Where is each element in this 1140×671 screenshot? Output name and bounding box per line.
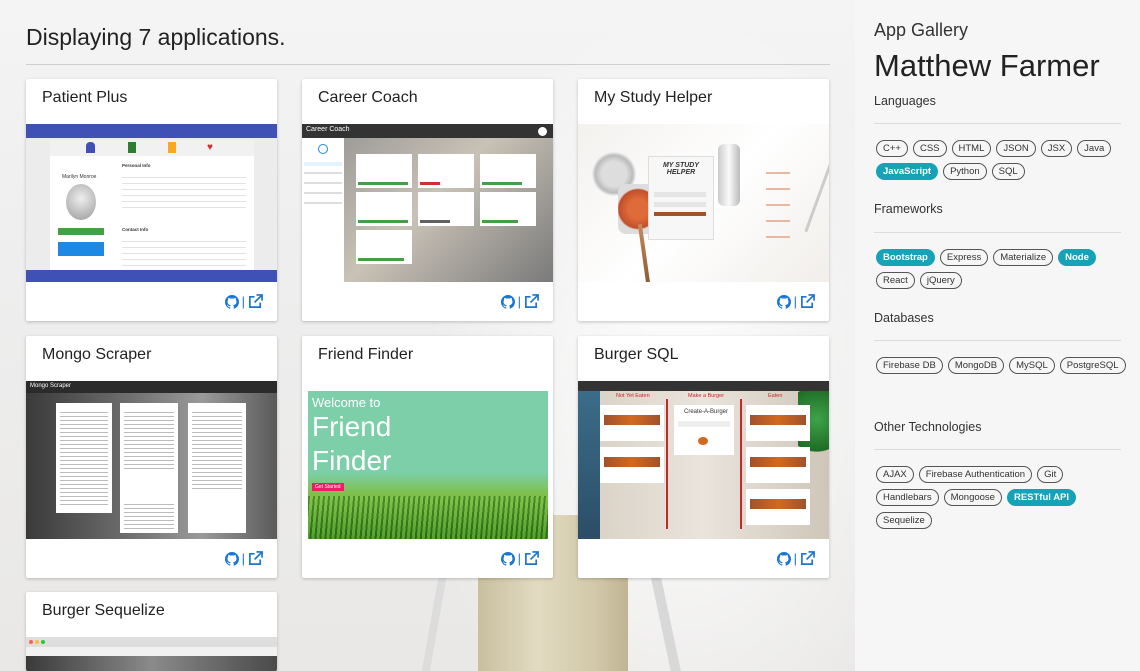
card-actions: | (776, 294, 815, 309)
app-screenshot[interactable]: Not Yet Eaten Make a Burger Eaten Create… (578, 381, 829, 539)
page-heading: Displaying 7 applications. (26, 24, 286, 50)
chip[interactable]: PostgreSQL (1059, 357, 1126, 374)
github-icon[interactable] (224, 294, 239, 309)
chip-group-languages: C++ CSS HTML JSON JSX Java JavaScript Py… (876, 140, 1126, 180)
app-screenshot[interactable]: Mongo Scraper (26, 381, 277, 539)
card-title: Burger SQL (594, 346, 679, 363)
app-screenshot[interactable]: Career Coach (302, 124, 553, 282)
chip[interactable]: Express (939, 249, 989, 266)
card-title: Patient Plus (42, 89, 128, 106)
github-icon[interactable] (500, 551, 515, 566)
app-card-friend-finder: Friend Finder Welcome to Friend Finder G… (302, 336, 553, 578)
app-card-career-coach: Career Coach Career Coach | (302, 79, 553, 321)
section-divider (874, 449, 1121, 450)
app-screenshot[interactable]: Welcome to Friend Finder Get Started (302, 381, 553, 539)
chip-group-frameworks: Bootstrap Express Materialize Node React… (876, 249, 1126, 289)
app-card-patient-plus: Patient Plus ♥ Marilyn Monroe Personal I… (26, 79, 277, 321)
github-icon[interactable] (776, 551, 791, 566)
sidebar-owner-name: Matthew Farmer (874, 48, 1100, 83)
chip[interactable]: CSS (912, 140, 947, 157)
separator: | (517, 294, 521, 309)
heading-divider (26, 64, 830, 65)
chip[interactable]: Mongoose (943, 489, 1002, 506)
card-title: Career Coach (318, 89, 418, 106)
card-actions: | (224, 294, 263, 309)
card-title: Mongo Scraper (42, 346, 152, 363)
section-divider (874, 340, 1121, 341)
chip[interactable]: Sequelize (876, 512, 932, 529)
card-title: Friend Finder (318, 346, 414, 363)
chip[interactable]: C++ (876, 140, 908, 157)
chip[interactable]: MySQL (1009, 357, 1055, 374)
section-divider (874, 123, 1121, 124)
chip-selected[interactable]: JavaScript (876, 163, 939, 180)
chip[interactable]: Firebase Authentication (918, 466, 1033, 483)
chip[interactable]: jQuery (919, 272, 962, 289)
app-screenshot[interactable]: ♥ Marilyn Monroe Personal Info Contact I… (26, 124, 277, 282)
separator: | (517, 551, 521, 566)
app-card-burger-sequelize: Burger Sequelize (26, 592, 277, 671)
section-title-frameworks: Frameworks (874, 202, 943, 216)
separator: | (793, 551, 797, 566)
github-icon[interactable] (500, 294, 515, 309)
chip-group-other-technologies: AJAX Firebase Authentication Git Handleb… (876, 466, 1126, 529)
chip[interactable]: Handlebars (876, 489, 939, 506)
separator: | (241, 294, 245, 309)
app-card-burger-sql: Burger SQL Not Yet Eaten Make a Burger E… (578, 336, 829, 578)
card-title: My Study Helper (594, 89, 713, 106)
chip[interactable]: Python (943, 163, 987, 180)
github-icon[interactable] (776, 294, 791, 309)
separator: | (793, 294, 797, 309)
chip[interactable]: Git (1037, 466, 1064, 483)
external-link-icon[interactable] (524, 551, 539, 566)
card-actions: | (500, 551, 539, 566)
section-title-languages: Languages (874, 94, 936, 108)
chip[interactable]: AJAX (876, 466, 914, 483)
sidebar-subtitle: App Gallery (874, 20, 969, 40)
chip[interactable]: Firebase DB (876, 357, 943, 374)
chip-selected[interactable]: RESTful API (1006, 489, 1077, 506)
card-title: Burger Sequelize (42, 602, 165, 619)
chip[interactable]: Materialize (993, 249, 1054, 266)
app-screenshot[interactable]: MY STUDY HELPER (578, 124, 829, 282)
section-divider (874, 232, 1121, 233)
chip[interactable]: SQL (991, 163, 1025, 180)
chip[interactable]: JSX (1040, 140, 1073, 157)
external-link-icon[interactable] (800, 551, 815, 566)
chip-group-databases: Firebase DB MongoDB MySQL PostgreSQL (876, 357, 1126, 374)
app-card-my-study-helper: My Study Helper MY STUDY HELPER | (578, 79, 829, 321)
sidebar: App Gallery Matthew Farmer Languages C++… (855, 0, 1140, 671)
card-actions: | (776, 551, 815, 566)
external-link-icon[interactable] (248, 551, 263, 566)
chip[interactable]: HTML (951, 140, 992, 157)
chip[interactable]: MongoDB (947, 357, 1005, 374)
external-link-icon[interactable] (800, 294, 815, 309)
external-link-icon[interactable] (524, 294, 539, 309)
chip-selected[interactable]: Bootstrap (876, 249, 935, 266)
chip[interactable]: JSON (996, 140, 1036, 157)
app-card-mongo-scraper: Mongo Scraper Mongo Scraper | (26, 336, 277, 578)
section-title-other-technologies: Other Technologies (874, 420, 982, 434)
chip[interactable]: React (876, 272, 915, 289)
card-actions: | (500, 294, 539, 309)
chip[interactable]: Java (1077, 140, 1112, 157)
external-link-icon[interactable] (248, 294, 263, 309)
card-actions: | (224, 551, 263, 566)
github-icon[interactable] (224, 551, 239, 566)
separator: | (241, 551, 245, 566)
section-title-databases: Databases (874, 311, 934, 325)
chip-selected[interactable]: Node (1058, 249, 1096, 266)
app-screenshot[interactable] (26, 637, 277, 671)
